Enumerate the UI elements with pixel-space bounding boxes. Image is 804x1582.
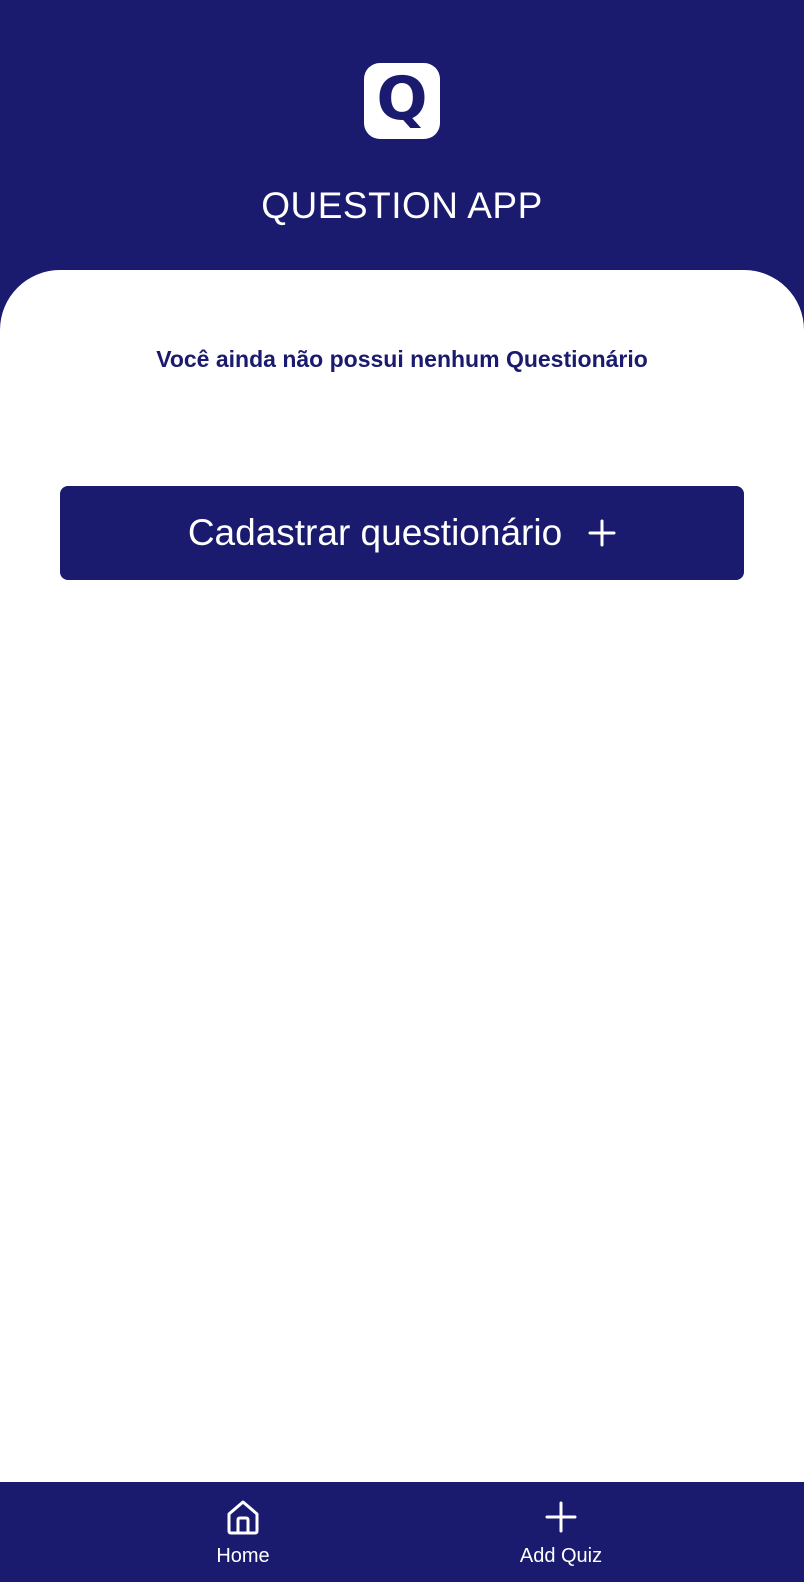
app-title: QUESTION APP <box>261 185 543 226</box>
nav-item-home-label: Home <box>216 1545 270 1567</box>
home-icon <box>227 1500 259 1535</box>
empty-state-message: Você ainda não possui nenhum Questionári… <box>156 346 648 372</box>
app-logo-letter: Q <box>376 64 428 134</box>
nav-item-add-quiz-label: Add Quiz <box>519 1545 603 1567</box>
app-header: Q QUESTION APP <box>0 0 804 300</box>
app-logo: Q <box>364 63 440 139</box>
bottom-navigation: Home Add Quiz <box>0 1482 804 1582</box>
register-quiz-button[interactable]: Cadastrar questionário <box>60 486 744 580</box>
nav-item-add-quiz[interactable]: Add Quiz <box>481 1482 641 1582</box>
plus-icon <box>545 1501 577 1533</box>
plus-icon <box>588 519 616 547</box>
nav-item-home[interactable]: Home <box>163 1482 323 1582</box>
register-quiz-button-label: Cadastrar questionário <box>187 512 563 553</box>
main-content: Você ainda não possui nenhum Questionári… <box>0 270 804 1482</box>
